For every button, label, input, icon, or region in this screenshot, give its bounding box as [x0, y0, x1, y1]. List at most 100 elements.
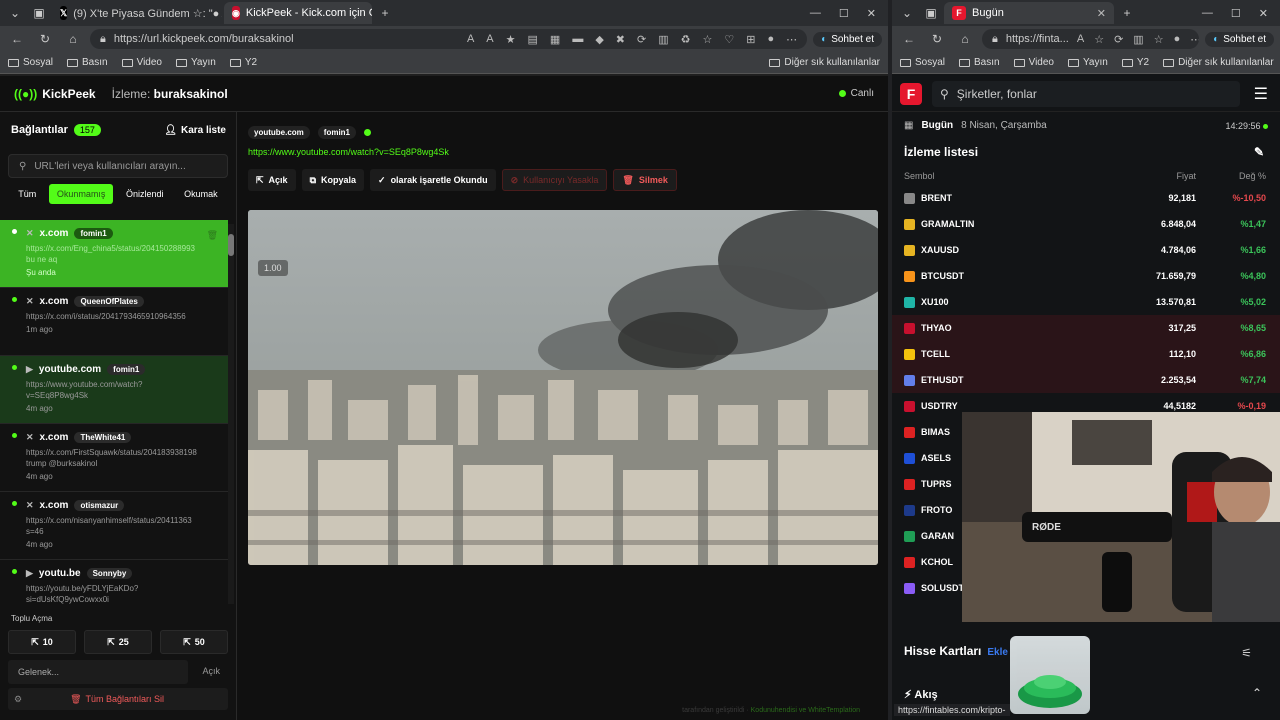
- app-logo[interactable]: ((●)) KickPeek: [14, 87, 96, 101]
- open-25-button[interactable]: ⇱ 25: [84, 630, 152, 654]
- close-window-icon[interactable]: ✕: [867, 7, 876, 20]
- minimize-icon[interactable]: —: [810, 7, 821, 20]
- extension-icon[interactable]: ⟳: [637, 33, 646, 46]
- maximize-icon[interactable]: ☐: [1231, 7, 1241, 20]
- goto-open-button[interactable]: Açık: [194, 660, 228, 684]
- read-aloud-icon[interactable]: A: [486, 33, 493, 46]
- home-icon[interactable]: ⌂: [954, 28, 976, 50]
- connection-list-item[interactable]: ✕ x.com otismazur https://x.com/nisanyanhim…: [0, 492, 228, 560]
- list-scrollbar[interactable]: [228, 224, 234, 604]
- tab-menu-icon[interactable]: ⌄: [896, 2, 918, 24]
- mark-read-button[interactable]: ✓ olarak işaretle Okundu: [370, 169, 496, 191]
- filter-unread[interactable]: Okunmamış: [48, 184, 114, 204]
- watchlist-row[interactable]: XU100 13.570,81 %5,02: [892, 289, 1280, 315]
- fintables-logo[interactable]: F: [900, 82, 922, 105]
- avatar[interactable]: ●: [1174, 33, 1181, 46]
- extension-icon[interactable]: ▤: [528, 33, 538, 46]
- bookmark-folder[interactable]: Basın: [67, 57, 108, 68]
- favorites-icon[interactable]: ☆: [1154, 33, 1164, 46]
- filter-read[interactable]: Okumak: [176, 184, 226, 204]
- home-icon[interactable]: ⌂: [62, 28, 84, 50]
- company-search-input[interactable]: ⚲ Şirketler, fonlar: [932, 80, 1240, 107]
- bookmark-folder[interactable]: Basın: [959, 57, 1000, 68]
- read-aloud-icon[interactable]: A: [1077, 33, 1084, 46]
- more-icon[interactable]: ⋯: [786, 33, 797, 46]
- add-card-link[interactable]: Ekle: [987, 647, 1008, 658]
- filter-all[interactable]: Tüm: [10, 184, 44, 204]
- split-screen-icon[interactable]: ▥: [658, 33, 668, 46]
- preview-url-link[interactable]: https://www.youtube.com/watch?v=SEq8P8wg…: [248, 147, 888, 157]
- bookmark-folder[interactable]: Video: [121, 57, 162, 68]
- watchlist-row[interactable]: TCELL 112,10 %6,86: [892, 341, 1280, 367]
- chat-button[interactable]: ◐ Sohbet et: [1205, 31, 1274, 47]
- playback-rate-badge[interactable]: 1.00: [258, 260, 288, 276]
- tab-x-piyasa[interactable]: 𝕏 (9) X'te Piyasa Gündem ☆: "● Akı ✕: [52, 2, 222, 24]
- more-icon[interactable]: ⋯: [1190, 33, 1199, 46]
- reload-icon[interactable]: ↻: [926, 28, 948, 50]
- new-tab-icon[interactable]: +: [1116, 2, 1138, 24]
- watchlist-row[interactable]: ETHUSDT 2.253,54 %7,74: [892, 367, 1280, 393]
- collections-icon[interactable]: ♡: [724, 33, 734, 46]
- extension-icon[interactable]: ✖: [616, 33, 625, 46]
- open-button[interactable]: ⇱ Açık: [248, 169, 296, 191]
- blacklist-button[interactable]: 👤︎ Kara liste: [164, 125, 226, 136]
- delete-button[interactable]: 🗑︎ Silmek: [613, 169, 677, 191]
- credit-names[interactable]: Kodunuhendisi ve WhiteTemplation: [751, 707, 860, 714]
- extension-icon[interactable]: ▬: [572, 33, 583, 46]
- workspaces-icon[interactable]: ▣: [28, 2, 50, 24]
- connection-list-item[interactable]: ▶ youtube.com fomin1 https://www.youtube.co…: [0, 356, 228, 424]
- extension-icon[interactable]: ⊞: [746, 33, 755, 46]
- extension-icon[interactable]: ♻: [681, 33, 691, 46]
- maximize-icon[interactable]: ☐: [839, 7, 849, 20]
- connection-list-item[interactable]: ✕ x.com QueenOfPlates https://x.com/i/statu…: [0, 288, 228, 356]
- video-player[interactable]: 1.00: [248, 210, 878, 565]
- back-icon[interactable]: ←: [898, 28, 920, 50]
- ban-user-button[interactable]: ⊘ Kullanıcıyı Yasakla: [501, 169, 608, 191]
- favorite-star-icon[interactable]: ★: [506, 33, 516, 46]
- col-change[interactable]: Değ %: [1196, 171, 1266, 181]
- copy-button[interactable]: ⧉ Kopyala: [301, 169, 365, 191]
- trash-icon[interactable]: 🗑︎: [207, 230, 218, 241]
- edit-pencil-icon[interactable]: ✎: [1254, 145, 1264, 159]
- connection-list-item[interactable]: ✕ x.com fomin1 https://x.com/Eng_china5/sta…: [0, 220, 228, 288]
- avatar[interactable]: ●: [767, 33, 774, 46]
- back-icon[interactable]: ←: [6, 28, 28, 50]
- other-bookmarks[interactable]: Diğer sık kullanılanlar: [769, 57, 880, 68]
- bookmark-folder[interactable]: Sosyal: [900, 57, 945, 68]
- scroll-thumb[interactable]: [228, 234, 234, 256]
- new-tab-icon[interactable]: +: [374, 2, 396, 24]
- minimize-icon[interactable]: —: [1202, 7, 1213, 20]
- reload-icon[interactable]: ↻: [34, 28, 56, 50]
- col-price[interactable]: Fiyat: [1106, 171, 1196, 181]
- bookmark-folder[interactable]: Yayın: [1068, 57, 1108, 68]
- workspaces-icon[interactable]: ▣: [920, 2, 942, 24]
- close-window-icon[interactable]: ✕: [1259, 7, 1268, 20]
- open-10-button[interactable]: ⇱ 10: [8, 630, 76, 654]
- watchlist-row[interactable]: BRENT 92,181 %-10,50: [892, 185, 1280, 211]
- extension-icon[interactable]: ◆: [595, 33, 603, 46]
- open-50-button[interactable]: ⇱ 50: [160, 630, 228, 654]
- bookmark-folder[interactable]: Video: [1013, 57, 1054, 68]
- settings-gear-icon[interactable]: ⚙: [14, 694, 22, 705]
- close-icon[interactable]: ✕: [1097, 7, 1106, 20]
- watchlist-row[interactable]: BTCUSDT 71.659,79 %4,80: [892, 263, 1280, 289]
- connection-list-item[interactable]: ✕ x.com TheWhite41 https://x.com/FirstSquaw…: [0, 424, 228, 492]
- col-symbol[interactable]: Sembol: [904, 171, 1106, 181]
- tab-menu-icon[interactable]: ⌄: [4, 2, 26, 24]
- bookmark-folder[interactable]: Yayın: [176, 57, 216, 68]
- extension-icon[interactable]: ▦: [550, 33, 560, 46]
- extension-icon[interactable]: ⟳: [1114, 33, 1123, 46]
- bookmark-folder[interactable]: Sosyal: [8, 57, 53, 68]
- settings-sliders-icon[interactable]: ⚟: [1241, 646, 1252, 660]
- goto-input[interactable]: Gelenek...: [8, 660, 189, 684]
- chat-button[interactable]: ◐ Sohbet et: [813, 31, 882, 47]
- bookmark-folder[interactable]: Y2: [229, 57, 257, 68]
- url-field[interactable]: 🔒︎ https://finta... A ☆ ⟳ ▥ ☆ ● ⋯: [982, 29, 1200, 49]
- favorites-icon[interactable]: ☆: [703, 33, 713, 46]
- watchlist-row[interactable]: XAUUSD 4.784,06 %1,66: [892, 237, 1280, 263]
- tab-kickpeek[interactable]: ◉ KickPeek - Kick.com için Gerçe ✕: [224, 2, 372, 24]
- chevron-up-icon[interactable]: ⌃: [1252, 686, 1262, 700]
- tab-fintables[interactable]: F Bugün ✕: [944, 2, 1114, 24]
- connection-list-item[interactable]: ▶ youtu.be Sonnyby https://youtu.be/yFDLYjE…: [0, 560, 228, 604]
- delete-all-button[interactable]: ⚙ 🗑︎ Tüm Bağlantıları Sil: [8, 688, 228, 710]
